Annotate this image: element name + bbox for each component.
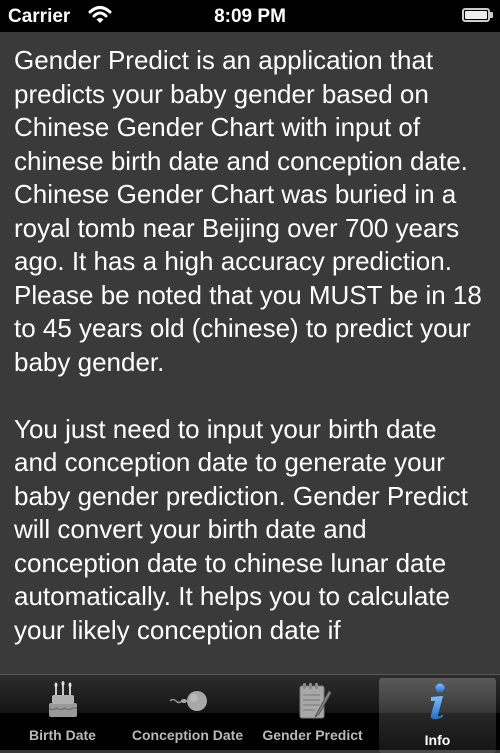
tab-gender-predict-label: Gender Predict (262, 727, 363, 743)
info-icon (430, 683, 444, 720)
battery-icon (462, 8, 493, 22)
tab-birth-date-label: Birth Date (29, 727, 96, 743)
tab-birth-date[interactable]: Birth Date (0, 675, 125, 750)
status-time: 8:09 PM (214, 6, 286, 27)
info-paragraph-2: You just need to input your birth date a… (14, 413, 476, 645)
tab-gender-predict[interactable]: Gender Predict (250, 675, 375, 750)
info-paragraph: Gender Predict is an application that pr… (0, 32, 500, 647)
sperm-egg-icon (168, 691, 207, 711)
tab-conception-date[interactable]: Conception Date (125, 675, 250, 750)
info-text-view[interactable]: Gender Predict is an application that pr… (0, 32, 500, 674)
status-bar: Carrier 8:09 PM (0, 0, 500, 32)
birthday-cake-icon (48, 681, 77, 717)
tab-info[interactable]: Info (379, 678, 496, 753)
tab-bar: Birth Date Conception Date Gender Predic… (0, 674, 500, 753)
info-paragraph-1: Gender Predict is an application that pr… (14, 45, 490, 377)
tab-conception-date-label: Conception Date (131, 727, 244, 743)
tab-info-label: Info (424, 732, 451, 748)
notepad-pen-icon (299, 683, 332, 719)
